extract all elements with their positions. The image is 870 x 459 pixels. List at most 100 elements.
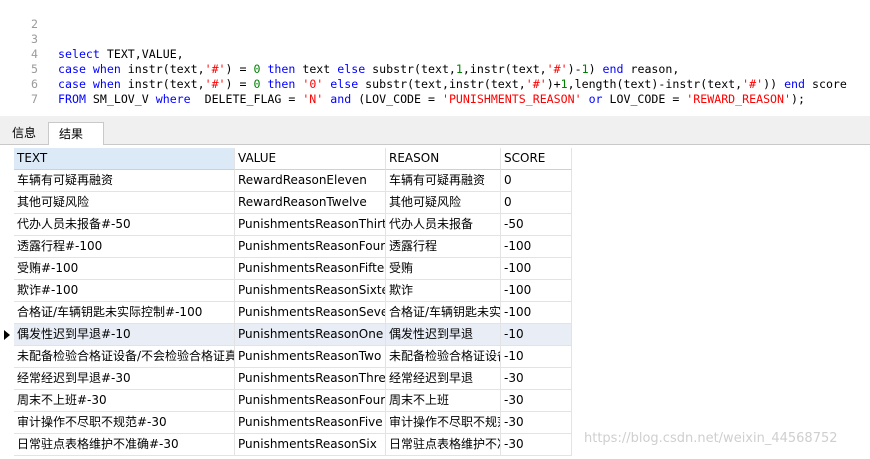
editor-line-2: 2 [0, 2, 870, 31]
cell-score[interactable]: -30 [501, 368, 572, 390]
cell-value[interactable]: RewardReasonTwelve [235, 192, 386, 214]
table-row[interactable]: 审计操作不尽职不规范#-30 PunishmentsReasonFive 审计操作不… [0, 412, 572, 434]
row-indicator[interactable] [0, 280, 14, 302]
table-row[interactable]: 合格证/车辆钥匙未实际控制#-100 PunishmentsReasonSeven… [0, 302, 572, 324]
cell-value[interactable]: PunishmentsReasonThirteen [235, 214, 386, 236]
row-indicator[interactable] [0, 346, 14, 368]
table-row[interactable]: 车辆有可疑再融资 RewardReasonEleven 车辆有可疑再融资 0 [0, 170, 572, 192]
cell-reason[interactable]: 代办人员未报备 [386, 214, 501, 236]
cell-text[interactable]: 透露行程#-100 [14, 236, 235, 258]
table-row[interactable]: 其他可疑风险 RewardReasonTwelve 其他可疑风险 0 [0, 192, 572, 214]
table-row[interactable]: 偶发性迟到早退#-10 PunishmentsReasonOne 偶发性迟到早退 -1… [0, 324, 572, 346]
cell-score[interactable]: -50 [501, 214, 572, 236]
editor-line-6: 6 FROM SM_LOV_V where DELETE_FLAG = 'N' … [0, 62, 870, 106]
cell-reason[interactable]: 欺诈 [386, 280, 501, 302]
cell-reason[interactable]: 偶发性迟到早退 [386, 324, 501, 346]
cell-score[interactable]: 0 [501, 192, 572, 214]
cell-text[interactable]: 周末不上班#-30 [14, 390, 235, 412]
row-indicator[interactable] [0, 170, 14, 192]
column-header-text[interactable]: TEXT [14, 148, 235, 170]
cell-score[interactable]: -10 [501, 346, 572, 368]
editor-line-7: 7 [0, 77, 870, 106]
watermark-url: https://blog.csdn.net/weixin_44568752 [584, 431, 838, 446]
cell-score[interactable]: -100 [501, 236, 572, 258]
row-indicator[interactable] [0, 258, 14, 280]
cell-value[interactable]: PunishmentsReasonFifteen [235, 258, 386, 280]
table-row[interactable]: 受贿#-100 PunishmentsReasonFifteen 受贿 -100 [0, 258, 572, 280]
cell-text[interactable]: 日常驻点表格维护不准确#-30 [14, 434, 235, 456]
cell-value[interactable]: PunishmentsReasonFour [235, 390, 386, 412]
cell-value[interactable]: PunishmentsReasonThree [235, 368, 386, 390]
row-indicator[interactable] [0, 324, 14, 346]
column-header-value[interactable]: VALUE [235, 148, 386, 170]
cell-text[interactable]: 未配备检验合格证设备/不会检验合格证真伪#-10 [14, 346, 235, 368]
cell-reason[interactable]: 车辆有可疑再融资 [386, 170, 501, 192]
sql-code: FROM SM_LOV_V where DELETE_FLAG = 'N' an… [58, 92, 805, 106]
cell-score[interactable]: -30 [501, 390, 572, 412]
table-row[interactable]: 欺诈#-100PunishmentsReasonSixteen欺诈-100 [0, 280, 572, 302]
cell-value[interactable]: PunishmentsReasonSix [235, 434, 386, 456]
cell-text[interactable]: 受贿#-100 [14, 258, 235, 280]
editor-line-4: 4 case when instr(text,'#') = 0 then tex… [0, 32, 870, 76]
cell-value[interactable]: PunishmentsReasonFive [235, 412, 386, 434]
cell-score[interactable]: -30 [501, 412, 572, 434]
line-number: 7 [31, 92, 38, 106]
cell-value[interactable]: PunishmentsReasonOne [235, 324, 386, 346]
cell-text[interactable]: 合格证/车辆钥匙未实际控制#-100 [14, 302, 235, 324]
cell-score[interactable]: -100 [501, 280, 572, 302]
tab-info[interactable]: 信息 [2, 122, 46, 145]
cell-reason[interactable]: 合格证/车辆钥匙未实际控制 [386, 302, 501, 324]
cell-value[interactable]: PunishmentsReasonFourteen [235, 236, 386, 258]
table-row[interactable]: 经常经迟到早退#-30 PunishmentsReasonThree 经常经迟到早退… [0, 368, 572, 390]
cell-value[interactable]: RewardReasonEleven [235, 170, 386, 192]
tab-result-1[interactable]: 结果 1 [48, 122, 104, 163]
cell-reason[interactable]: 日常驻点表格维护不准确 [386, 434, 501, 456]
cell-text[interactable]: 其他可疑风险 [14, 192, 235, 214]
row-indicator[interactable] [0, 368, 14, 390]
table-row[interactable]: 未配备检验合格证设备/不会检验合格证真伪#-10PunishmentsReaso… [0, 346, 572, 368]
row-indicator[interactable] [0, 390, 14, 412]
table-row[interactable]: 透露行程#-100PunishmentsReasonFourteen透露行程-1… [0, 236, 572, 258]
editor-line-3: 3 select TEXT,VALUE, [0, 17, 870, 61]
cell-score[interactable]: 0 [501, 170, 572, 192]
column-header-score[interactable]: SCORE [501, 148, 572, 170]
cell-text[interactable]: 车辆有可疑再融资 [14, 170, 235, 192]
cell-text[interactable]: 经常经迟到早退#-30 [14, 368, 235, 390]
grid-header-row: TEXT VALUE REASON SCORE [0, 148, 572, 170]
current-row-arrow-icon [4, 330, 10, 340]
table-row[interactable]: 日常驻点表格维护不准确#-30 PunishmentsReasonSix 日常驻点表… [0, 434, 572, 456]
column-header-reason[interactable]: REASON [386, 148, 501, 170]
cell-value[interactable]: PunishmentsReasonSixteen [235, 280, 386, 302]
table-row[interactable]: 代办人员未报备#-50PunishmentsReasonThirteen代办人员… [0, 214, 572, 236]
row-indicator[interactable] [0, 192, 14, 214]
editor-line-5: 5 case when instr(text,'#') = 0 then '0'… [0, 47, 870, 91]
cell-reason[interactable]: 透露行程 [386, 236, 501, 258]
result-tab-bar: 信息 结果 1 [0, 118, 870, 163]
navicat-query-window: 2 3 select TEXT,VALUE, 4 case when instr… [0, 0, 870, 459]
sql-editor[interactable]: 2 3 select TEXT,VALUE, 4 case when instr… [0, 0, 870, 118]
cell-value[interactable]: PunishmentsReasonSeven [235, 302, 386, 324]
cell-score[interactable]: -30 [501, 434, 572, 456]
row-indicator[interactable] [0, 214, 14, 236]
cell-reason[interactable]: 未配备检验合格证设备/不会检验合格证真伪 [386, 346, 501, 368]
cell-reason[interactable]: 受贿 [386, 258, 501, 280]
row-indicator[interactable] [0, 302, 14, 324]
cell-reason[interactable]: 其他可疑风险 [386, 192, 501, 214]
cell-text[interactable]: 欺诈#-100 [14, 280, 235, 302]
cell-value[interactable]: PunishmentsReasonTwo [235, 346, 386, 368]
row-indicator[interactable] [0, 236, 14, 258]
cell-score[interactable]: -100 [501, 302, 572, 324]
cell-text[interactable]: 偶发性迟到早退#-10 [14, 324, 235, 346]
row-indicator[interactable] [0, 434, 14, 456]
table-row[interactable]: 周末不上班#-30 PunishmentsReasonFour 周末不上班 -30 [0, 390, 572, 412]
result-grid[interactable]: TEXT VALUE REASON SCORE 车辆有可疑再融资 RewardRe… [0, 145, 870, 459]
cell-score[interactable]: -10 [501, 324, 572, 346]
cell-text[interactable]: 代办人员未报备#-50 [14, 214, 235, 236]
cell-reason[interactable]: 周末不上班 [386, 390, 501, 412]
row-indicator[interactable] [0, 412, 14, 434]
cell-reason[interactable]: 经常经迟到早退 [386, 368, 501, 390]
cell-text[interactable]: 审计操作不尽职不规范#-30 [14, 412, 235, 434]
row-indicator-header [0, 148, 14, 170]
cell-reason[interactable]: 审计操作不尽职不规范 [386, 412, 501, 434]
cell-score[interactable]: -100 [501, 258, 572, 280]
